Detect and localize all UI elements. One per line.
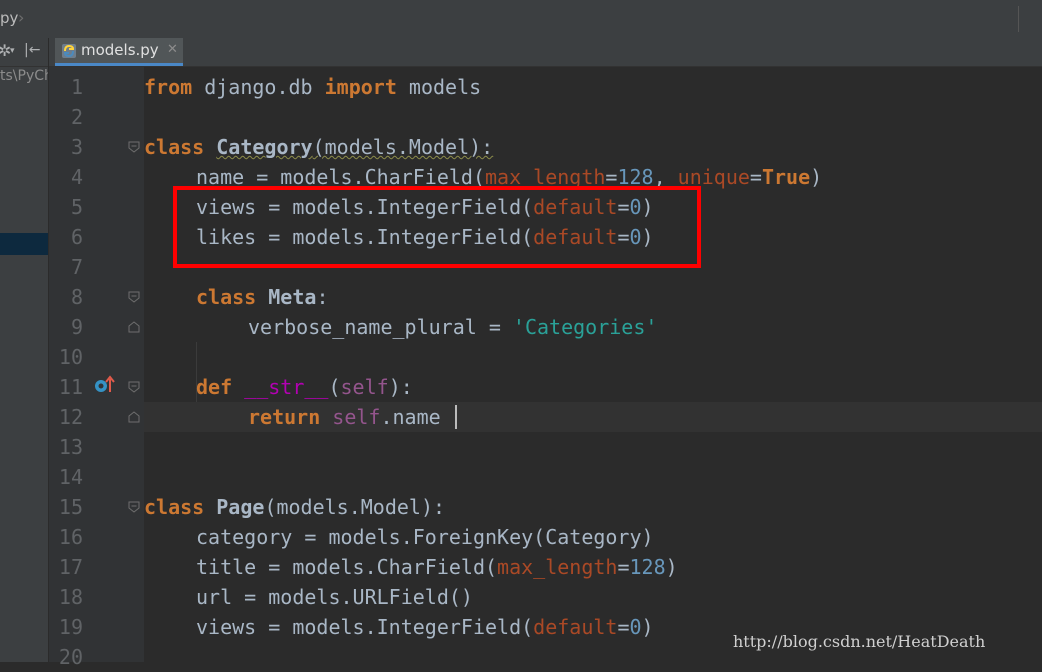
line-number: 9 (70, 315, 83, 339)
fold-start-icon[interactable] (127, 500, 141, 514)
close-icon[interactable]: ✕ (167, 42, 178, 57)
line-number: 20 (58, 645, 83, 669)
project-tree-selected-row[interactable] (0, 233, 48, 255)
line-number: 12 (58, 405, 83, 429)
line-number: 7 (70, 255, 83, 279)
code-editor[interactable]: from django.db import models class Categ… (144, 67, 1042, 662)
line-number: 16 (58, 525, 83, 549)
line-number: 5 (70, 195, 83, 219)
code-line-15: class Page(models.Model): (144, 495, 446, 519)
breadcrumb-chevron-icon: › (18, 8, 25, 27)
project-tree-root[interactable]: ts\PyCh (0, 68, 48, 84)
line-number: 11 (58, 375, 83, 399)
line-number: 6 (70, 225, 83, 249)
line-number: 2 (70, 105, 83, 129)
code-line-18: url = models.URLField() (196, 585, 473, 609)
code-line-19: views = models.IntegerField(default=0) (196, 615, 654, 639)
line-number: 19 (58, 615, 83, 639)
line-number: 18 (58, 585, 83, 609)
tab-label: models.py (81, 41, 159, 59)
text-cursor (455, 405, 457, 429)
fold-start-icon[interactable] (127, 290, 141, 304)
fold-start-icon[interactable] (127, 140, 141, 154)
python-file-icon (62, 44, 76, 58)
collapse-panel-icon[interactable]: |← (24, 42, 40, 58)
fold-end-icon[interactable] (127, 320, 141, 334)
project-tool-window: ✲ ▾ |← ts\PyCh (0, 38, 49, 662)
line-number: 17 (58, 555, 83, 579)
line-number: 8 (70, 285, 83, 309)
code-line-16: category = models.ForeignKey(Category) (196, 525, 654, 549)
line-number: 4 (70, 165, 83, 189)
project-toolbar: ✲ ▾ |← (0, 38, 48, 67)
breadcrumb-file[interactable]: py (0, 9, 18, 27)
annotation-highlight-box (173, 186, 701, 268)
fold-end-icon[interactable] (127, 410, 141, 424)
line-number: 1 (70, 75, 83, 99)
code-line-3: class Category(models.Model): (144, 135, 494, 159)
dropdown-arrow-icon: ▾ (10, 46, 15, 56)
code-line-9: verbose_name_plural = 'Categories' (248, 315, 658, 339)
code-line-12: return self.name (248, 405, 441, 429)
navigation-bar: py › (0, 0, 1042, 39)
watermark-text: http://blog.csdn.net/HeatDeath (733, 632, 986, 651)
line-number: 14 (58, 465, 83, 489)
tab-models-py[interactable]: models.py ✕ (55, 38, 183, 66)
code-line-8: class Meta: (196, 285, 329, 309)
code-line-1: from django.db import models (144, 75, 482, 99)
line-number: 13 (58, 435, 83, 459)
editor-gutter: 1 2 3 4 5 6 7 8 9 10 11 12 13 14 15 16 1… (49, 67, 144, 669)
code-line-11: def __str__(self): (196, 375, 413, 399)
line-number: 3 (70, 135, 83, 159)
toolbar-divider (1018, 6, 1019, 32)
code-line-17: title = models.CharField(max_length=128) (196, 555, 678, 579)
editor-tab-bar: models.py ✕ (49, 38, 1042, 67)
line-number: 10 (58, 345, 83, 369)
override-method-icon[interactable] (93, 374, 115, 396)
fold-start-icon[interactable] (127, 380, 141, 394)
line-number: 15 (58, 495, 83, 519)
